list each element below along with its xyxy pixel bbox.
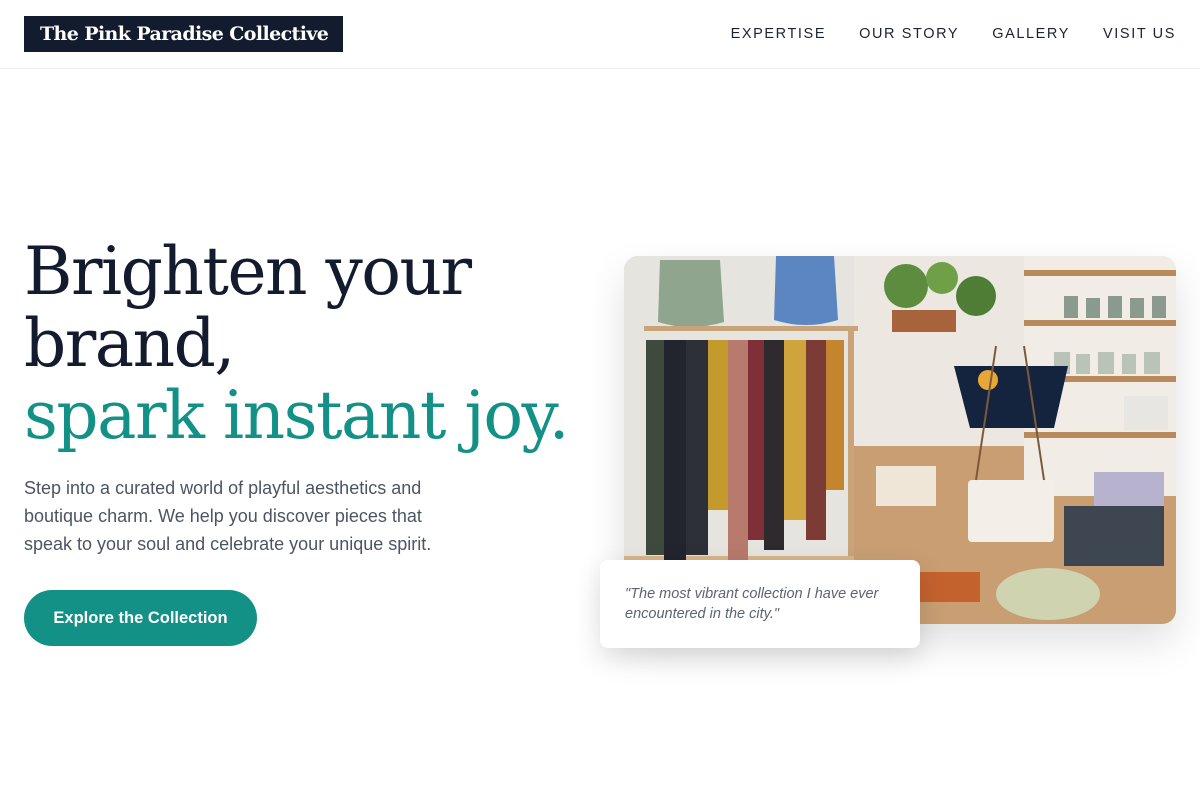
testimonial-card: "The most vibrant collection I have ever… — [600, 560, 920, 648]
hero-title-line-2: brand, — [24, 305, 235, 382]
testimonial-quote: "The most vibrant collection I have ever… — [625, 586, 879, 622]
nav-item-visit-us[interactable]: VISIT US — [1103, 24, 1176, 44]
hero-description: Step into a curated world of playful aes… — [24, 478, 432, 554]
brand-logo[interactable]: The Pink Paradise Collective — [24, 16, 344, 52]
nav-item-gallery[interactable]: GALLERY — [992, 24, 1070, 44]
explore-collection-button[interactable]: Explore the Collection — [24, 590, 257, 646]
main-nav: EXPERTISE OUR STORY GALLERY VISIT US — [731, 24, 1176, 44]
site-header: The Pink Paradise Collective EXPERTISE O… — [0, 0, 1200, 69]
hero-title: Brighten your brand, spark instant joy. — [24, 236, 604, 452]
nav-item-expertise[interactable]: EXPERTISE — [731, 24, 827, 44]
nav-item-our-story[interactable]: OUR STORY — [859, 24, 959, 44]
hero-title-accent: spark instant joy. — [24, 377, 570, 454]
hero-title-line-1: Brighten your — [24, 233, 472, 310]
